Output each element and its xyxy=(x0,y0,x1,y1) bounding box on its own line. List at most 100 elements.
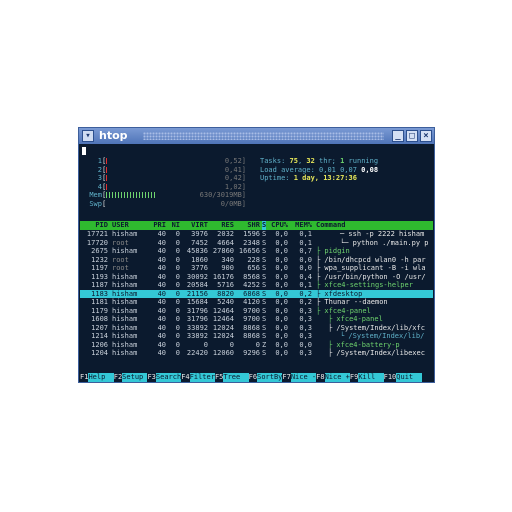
fkey-f2[interactable]: F2 xyxy=(113,373,123,382)
cell-mem: 0,0 xyxy=(299,340,312,349)
fkey-f4[interactable]: F4 xyxy=(181,373,190,382)
process-row[interactable]: 17720 root 40 0 7452 4664 2348 S 0,0 0,1 └─ python… xyxy=(80,239,433,248)
cell-shr: 4252 xyxy=(243,281,260,289)
cell-pid: 1232 xyxy=(91,255,108,264)
col-pri[interactable]: PRI xyxy=(150,221,166,230)
cell-shr: 8868 xyxy=(243,332,260,340)
meter-row: Swp[0/0MB] xyxy=(82,200,252,209)
meter-fill xyxy=(106,192,157,198)
process-row[interactable]: 1206 hisham 40 0 0 0 0 Z 0,0 0,0 ├ xfce4-battery-p xyxy=(80,341,433,350)
fkey-label[interactable]: Nice - xyxy=(290,373,317,382)
fkey-label[interactable]: Nice + xyxy=(324,373,350,382)
running-label: running xyxy=(344,157,379,165)
process-row[interactable]: 1197 root 40 0 3776 900 656 S 0,0 0,0 ├ wpa_suppli… xyxy=(80,264,433,273)
fkey-f3[interactable]: F3 xyxy=(147,373,156,382)
cell-user: hisham xyxy=(112,281,138,289)
fkey-label[interactable]: Filter xyxy=(189,373,215,382)
cell-s: S xyxy=(262,298,267,306)
fkey-f7[interactable]: F7 xyxy=(282,373,291,382)
col-virt[interactable]: VIRT xyxy=(184,221,208,230)
process-row[interactable]: 1207 hisham 40 0 33892 12024 8868 S 0,0 0,3 ├ /Sys… xyxy=(80,324,433,333)
fkey-f8[interactable]: F8 xyxy=(316,373,325,382)
cell-mem: 0,3 xyxy=(299,306,312,315)
cell-pri: 40 xyxy=(157,247,166,255)
cell-shr: 1596 xyxy=(243,230,260,238)
meter-row: Mem[630/3019MB] xyxy=(82,191,252,200)
meter-row: 2[0,41] xyxy=(82,166,252,175)
col-cpu[interactable]: CPU% xyxy=(268,221,288,230)
tasks-count: 75 xyxy=(289,157,298,165)
fkey-label[interactable]: Setup xyxy=(122,373,148,382)
fkey-f1[interactable]: F1 xyxy=(80,373,89,382)
cell-mem: 0,3 xyxy=(299,349,312,357)
cell-user: hisham xyxy=(112,230,138,238)
cell-ni: 0 xyxy=(175,315,180,323)
fkey-f9[interactable]: F9 xyxy=(349,373,359,382)
maximize-icon[interactable]: □ xyxy=(406,130,418,142)
cell-pri: 40 xyxy=(157,272,166,281)
cell-pri: 40 xyxy=(157,340,166,349)
fkey-label[interactable]: Kill xyxy=(358,373,384,382)
process-list[interactable]: 17721 hisham 40 0 3976 2032 1596 S 0,0 0,1 ─ ssh -… xyxy=(80,230,433,358)
process-row[interactable]: 1179 hisham 40 0 31796 12464 9700 S 0,0 0,3 ├ xfce… xyxy=(80,307,433,316)
fkey-label[interactable]: Quit xyxy=(396,373,422,382)
cell-command: └ /System/Index/lib/ xyxy=(340,332,425,340)
window-titlebar[interactable]: ▾ htop _ □ × xyxy=(79,128,434,144)
process-row[interactable]: 1204 hisham 40 0 22420 12060 9296 S 0,0 0,3 ├ /Sys… xyxy=(80,349,433,358)
cell-pid: 1197 xyxy=(91,264,108,272)
minimize-icon[interactable]: _ xyxy=(392,130,404,142)
cell-res: 4664 xyxy=(217,238,234,247)
process-row[interactable]: 17721 hisham 40 0 3976 2032 1596 S 0,0 0,1 ─ ssh -… xyxy=(80,230,433,239)
fkey-label[interactable]: Search xyxy=(155,373,182,382)
cell-mem: 0,3 xyxy=(299,332,312,340)
col-ni[interactable]: NI xyxy=(168,221,180,230)
fkey-f10[interactable]: F10 xyxy=(383,373,397,382)
fkey-label[interactable]: SortBy xyxy=(257,373,283,382)
cell-res: 16176 xyxy=(212,272,234,281)
cell-pri: 40 xyxy=(157,238,166,247)
meter-fill xyxy=(106,158,109,164)
process-row[interactable]: 1214 hisham 40 0 33892 12024 8868 S 0,0 0,3 └ /Sys… xyxy=(80,332,433,341)
col-mem[interactable]: MEM% xyxy=(292,221,312,230)
fkey-f6[interactable]: F6 xyxy=(248,373,258,382)
col-pid[interactable]: PID xyxy=(80,221,108,230)
fkey-f5[interactable]: F5 xyxy=(214,373,224,382)
cell-res: 12024 xyxy=(212,332,234,340)
cell-virt: 3976 xyxy=(191,230,208,238)
process-row[interactable]: 1193 hisham 40 0 30092 16176 8568 S 0,0 0,4 ├ /usr… xyxy=(80,273,433,282)
col-res[interactable]: RES xyxy=(210,221,234,230)
col-shr[interactable]: SHR xyxy=(236,221,260,230)
cell-pid: 1207 xyxy=(91,323,108,332)
cell-s: S xyxy=(262,247,267,255)
cell-cpu: 0,0 xyxy=(275,298,288,306)
cell-res: 5240 xyxy=(217,298,234,306)
col-user[interactable]: USER xyxy=(112,221,129,230)
cell-cpu: 0,0 xyxy=(275,230,288,238)
meter-bar xyxy=(106,157,216,166)
cell-s: S xyxy=(262,306,267,315)
process-row[interactable]: 2675 hisham 40 0 45836 27860 16656 S 0,0 0,7 ├ pid… xyxy=(80,247,433,256)
cell-pri: 40 xyxy=(157,289,166,298)
close-icon[interactable]: × xyxy=(420,130,432,142)
process-row[interactable]: 1187 hisham 40 0 20584 5716 4252 S 0,0 0,1 ├ xfce4… xyxy=(80,281,433,290)
cell-shr: 6868 xyxy=(243,289,260,298)
cell-user: root xyxy=(112,255,129,264)
process-row[interactable]: 1183 hisham 40 0 21156 8820 6868 S 0,0 0,2 ├ xfdes… xyxy=(80,289,433,298)
terminal-area[interactable]: 1[0,52] 2[0,41] 3[0,42] 4[1,02] Mem[630/3019… xyxy=(80,145,433,382)
cell-ni: 0 xyxy=(175,247,180,255)
window-menu-icon[interactable]: ▾ xyxy=(82,130,94,142)
cell-cpu: 0,0 xyxy=(275,238,288,247)
meter-bar xyxy=(106,200,216,209)
cell-ni: 0 xyxy=(175,272,180,281)
process-row[interactable]: 1232 root 40 0 1860 340 228 S 0,0 0,0 ├ /bin/dhcpc… xyxy=(80,256,433,265)
process-row[interactable]: 1181 hisham 40 0 15684 5240 4120 S 0,0 0,2 ├ Thuna… xyxy=(80,298,433,307)
col-state[interactable]: S xyxy=(262,221,267,230)
cell-mem: 0,1 xyxy=(299,230,312,238)
cell-shr: 4120 xyxy=(243,298,260,306)
cell-virt: 30092 xyxy=(186,272,208,281)
process-row[interactable]: 1608 hisham 40 0 31796 12464 9700 S 0,0 0,3 ├ xfce… xyxy=(80,315,433,324)
col-command[interactable]: Command xyxy=(316,221,346,230)
fkey-label[interactable]: Help xyxy=(88,373,114,382)
cell-pid: 2675 xyxy=(91,247,108,255)
fkey-label[interactable]: Tree xyxy=(223,373,249,382)
